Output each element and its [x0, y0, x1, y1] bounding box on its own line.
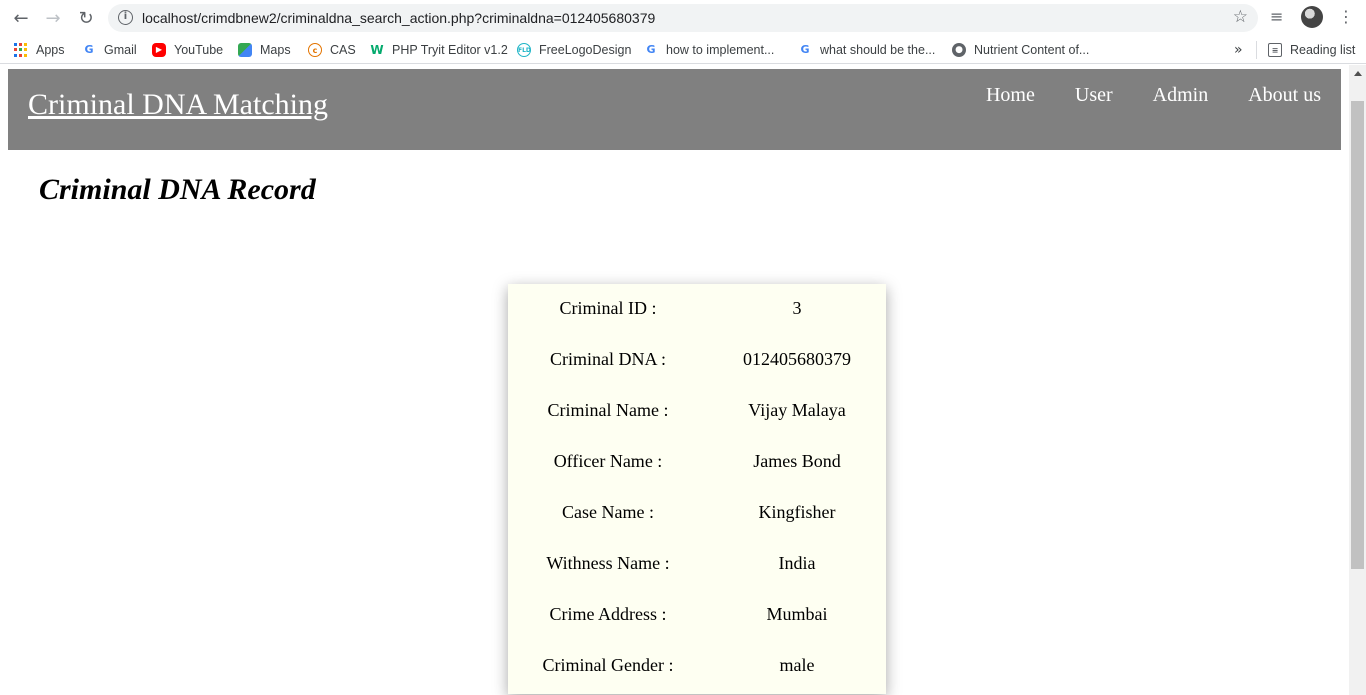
record-row: Criminal ID : 3 [508, 284, 886, 335]
record-value: Vijay Malaya [748, 400, 846, 420]
media-playlist-icon[interactable]: ≡ [1270, 7, 1283, 26]
cas-icon: c [308, 43, 322, 57]
record-table: Criminal ID : 3 Criminal DNA : 012405680… [508, 284, 886, 694]
nav-user[interactable]: User [1075, 84, 1113, 107]
nav-about-us[interactable]: About us [1248, 84, 1321, 107]
record-row: Crime Address : Mumbai [508, 590, 886, 641]
forward-arrow-icon[interactable]: → [42, 8, 64, 29]
record-label: Criminal Name : [547, 400, 669, 420]
address-url[interactable]: localhost/crimdbnew2/criminaldna_search_… [142, 10, 655, 26]
bookmark-maps[interactable]: Maps [238, 42, 291, 58]
globe-icon: ● [952, 43, 966, 57]
nav-admin[interactable]: Admin [1153, 84, 1209, 107]
bookmark-label: CAS [330, 43, 356, 57]
record-row: Withness Name : India [508, 539, 886, 590]
youtube-icon: ▶ [152, 43, 166, 57]
reload-icon[interactable]: ↻ [75, 8, 97, 29]
bookmark-star-icon[interactable]: ☆ [1233, 7, 1248, 27]
bookmark-label: PHP Tryit Editor v1.2 [392, 43, 508, 57]
bookmark-freelogodesign[interactable]: FLD FreeLogoDesign [517, 42, 631, 58]
bookmarks-overflow-button[interactable]: » [1234, 42, 1243, 58]
bookmark-youtube[interactable]: ▶ YouTube [152, 42, 223, 58]
scroll-up-arrow-icon[interactable] [1354, 71, 1362, 76]
profile-avatar[interactable] [1301, 6, 1323, 28]
bookmark-label: Nutrient Content of... [974, 43, 1090, 57]
record-row: Officer Name : James Bond [508, 437, 886, 488]
reading-list-label: Reading list [1290, 43, 1356, 57]
bookmark-what-should-be[interactable]: G what should be the... [798, 42, 935, 58]
bookmark-label: Maps [260, 43, 291, 57]
bookmark-label: FreeLogoDesign [539, 43, 632, 57]
record-row: Case Name : Kingfisher [508, 488, 886, 539]
apps-grid-icon [14, 43, 28, 57]
site-header: Criminal DNA Matching Home User Admin Ab… [8, 69, 1341, 150]
bookmark-nutrient-content[interactable]: ● Nutrient Content of... [952, 42, 1089, 58]
browser-toolbar: ← → ↻ i localhost/crimdbnew2/criminaldna… [0, 0, 1366, 36]
record-value: male [779, 655, 815, 675]
record-value: Mumbai [766, 604, 828, 624]
reading-list-icon: ≡ [1268, 43, 1282, 57]
page-viewport: Criminal DNA Matching Home User Admin Ab… [0, 65, 1366, 695]
bookmark-php-tryit[interactable]: W PHP Tryit Editor v1.2 [370, 42, 508, 58]
reading-list-button[interactable]: ≡ Reading list [1268, 42, 1355, 58]
more-menu-icon[interactable]: ⋮ [1338, 7, 1354, 26]
record-value: Kingfisher [758, 502, 836, 522]
nav-home[interactable]: Home [986, 84, 1035, 107]
w3schools-icon: W [370, 43, 384, 57]
record-label: Criminal Gender : [542, 655, 674, 675]
page-title: Criminal DNA Record [39, 173, 316, 206]
bookmark-apps[interactable]: Apps [14, 42, 65, 58]
google-icon: G [84, 43, 94, 56]
back-arrow-icon[interactable]: ← [10, 8, 32, 29]
vertical-scrollbar[interactable] [1349, 65, 1366, 695]
record-value: 012405680379 [743, 349, 851, 369]
bookmark-gmail[interactable]: G Gmail [82, 42, 137, 58]
record-row: Criminal Gender : male [508, 641, 886, 692]
google-icon: G [646, 43, 656, 56]
record-value: James Bond [753, 451, 841, 471]
record-value: India [778, 553, 816, 573]
bookmark-label: Gmail [104, 43, 137, 57]
main-nav: Home User Admin About us [986, 84, 1321, 107]
bookmark-label: Apps [36, 43, 65, 57]
scrollbar-thumb[interactable] [1351, 101, 1364, 569]
record-row: Criminal Name : Vijay Malaya [508, 386, 886, 437]
bookmark-label: what should be the... [820, 43, 936, 57]
record-label: Officer Name : [553, 451, 663, 471]
bookmarks-bar: Apps G Gmail ▶ YouTube Maps c CAS W PHP … [0, 36, 1366, 64]
google-icon: G [800, 43, 810, 56]
brand-link[interactable]: Criminal DNA Matching [28, 88, 328, 122]
record-label: Criminal DNA : [550, 349, 666, 369]
freelogodesign-icon: FLD [517, 43, 531, 57]
record-label: Criminal ID : [559, 298, 657, 318]
bookmark-cas[interactable]: c CAS [308, 42, 356, 58]
record-row: Criminal DNA : 012405680379 [508, 335, 886, 386]
record-label: Case Name : [562, 502, 654, 522]
address-bar[interactable]: i localhost/crimdbnew2/criminaldna_searc… [108, 4, 1258, 32]
site-info-icon[interactable]: i [118, 10, 133, 25]
bookmark-label: YouTube [174, 43, 224, 57]
bookmarks-divider [1256, 41, 1257, 59]
record-label: Crime Address : [549, 604, 667, 624]
bookmark-how-to-implement[interactable]: G how to implement... [644, 42, 774, 58]
maps-icon [238, 43, 252, 57]
record-label: Withness Name : [546, 553, 670, 573]
record-value: 3 [792, 298, 802, 318]
bookmark-label: how to implement... [666, 43, 775, 57]
